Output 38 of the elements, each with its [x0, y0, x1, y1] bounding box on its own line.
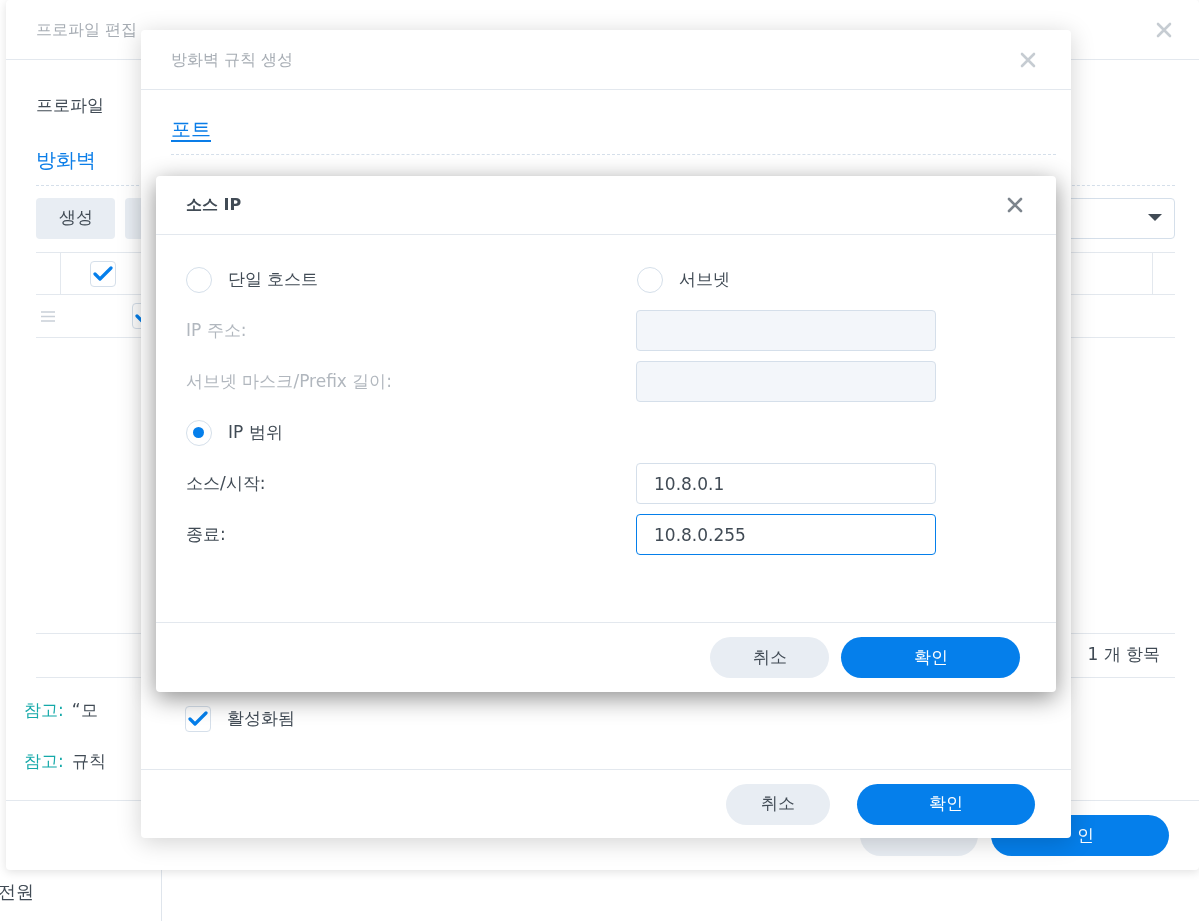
note-text: 규칙: [71, 750, 106, 773]
check-icon: [188, 711, 208, 727]
item-count: 1 개 항목: [1087, 643, 1160, 667]
field-label: 소스/시작:: [186, 471, 267, 495]
cancel-button[interactable]: 취소: [726, 783, 830, 825]
caret-icon: [1148, 214, 1162, 222]
note-label: 참고:: [24, 698, 64, 722]
note-label: 참고:: [24, 750, 64, 773]
confirm-button[interactable]: 확인: [841, 637, 1020, 678]
dialog-title: 소스 IP: [186, 194, 242, 216]
field-label: 서브넷 마스크/Prefix 길이:: [186, 369, 394, 393]
radio-label: 단일 호스트: [228, 267, 319, 291]
cancel-button[interactable]: 취소: [710, 637, 829, 678]
dialog-title: 방화벽 규칙 생성: [171, 48, 294, 71]
window-title: 프로파일 편집: [36, 18, 138, 41]
field-label: 종료:: [186, 522, 227, 546]
radio-label: IP 범위: [228, 420, 283, 444]
note-text: “모: [71, 698, 98, 722]
confirm-button[interactable]: 확인: [857, 783, 1035, 825]
create-button[interactable]: 생성: [36, 197, 115, 239]
field-label: 프로파일: [36, 94, 105, 117]
close-icon[interactable]: [1019, 50, 1037, 69]
section-title: 방화벽: [36, 146, 96, 174]
radio-label: 서브넷: [679, 267, 730, 291]
field-label: IP 주소:: [186, 318, 248, 342]
radio-button[interactable]: [637, 266, 663, 293]
tab-link[interactable]: 포트: [171, 117, 211, 141]
checkbox[interactable]: [90, 260, 116, 287]
input-field[interactable]: 10.8.0.255: [636, 514, 936, 555]
checkbox[interactable]: [185, 706, 211, 732]
checkbox-label: 활성화됨: [227, 707, 295, 731]
input-field[interactable]: 10.8.0.1: [636, 463, 936, 504]
check-icon: [93, 265, 113, 282]
radio-button[interactable]: [186, 266, 212, 293]
close-icon[interactable]: [1155, 20, 1173, 39]
drag-handle-icon[interactable]: [41, 310, 55, 322]
close-icon[interactable]: [1006, 196, 1024, 214]
radio-button[interactable]: [186, 419, 212, 446]
